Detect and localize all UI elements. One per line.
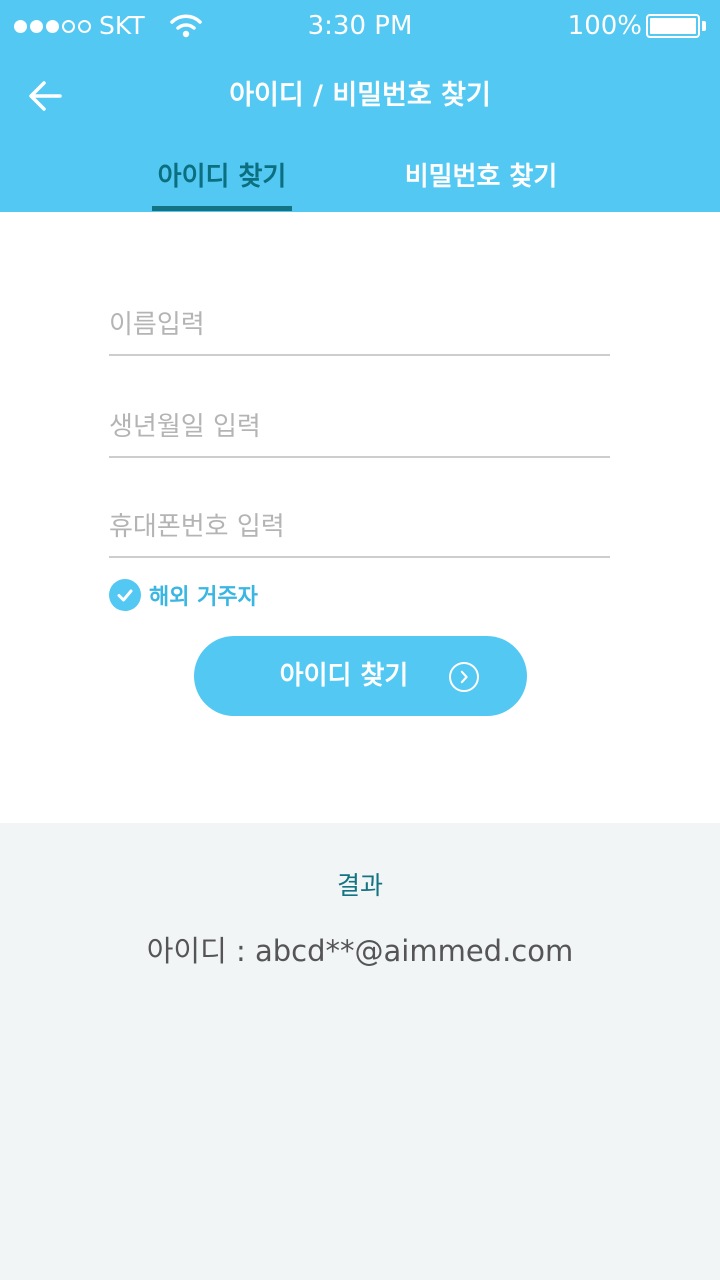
battery-percentage: 100% [567,11,642,41]
result-title: 결과 [336,871,383,900]
check-circle-icon[interactable] [109,579,141,611]
status-bar: SKT 3:30 PM 100% [0,0,720,52]
birthdate-field [109,402,610,458]
battery-tip [702,21,706,31]
phone-field [109,502,610,558]
birthdate-input[interactable] [109,402,610,452]
tab-find-id[interactable]: 아이디 찾기 [152,156,292,198]
overseas-label: 해외 거주자 [149,585,258,610]
battery-icon [646,14,700,38]
active-tab-indicator [152,206,292,211]
chevron-right-circle-icon [449,662,479,692]
overseas-checkbox[interactable]: 해외 거주자 [109,578,258,612]
result-panel: 결과 아이디 : abcd**@aimmed.com [0,823,720,1280]
name-field [109,300,610,356]
tab-find-password[interactable]: 비밀번호 찾기 [400,156,562,198]
page-title: 아이디 / 비밀번호 찾기 [229,80,491,111]
header-area: SKT 3:30 PM 100% 아이디 / 비밀번호 찾기 아이디 찾기 비밀… [0,0,720,212]
find-id-button[interactable]: 아이디 찾기 [194,636,527,716]
result-id-value: 아이디 : abcd**@aimmed.com [146,934,574,968]
phone-input[interactable] [109,502,610,552]
name-input[interactable] [109,300,610,350]
